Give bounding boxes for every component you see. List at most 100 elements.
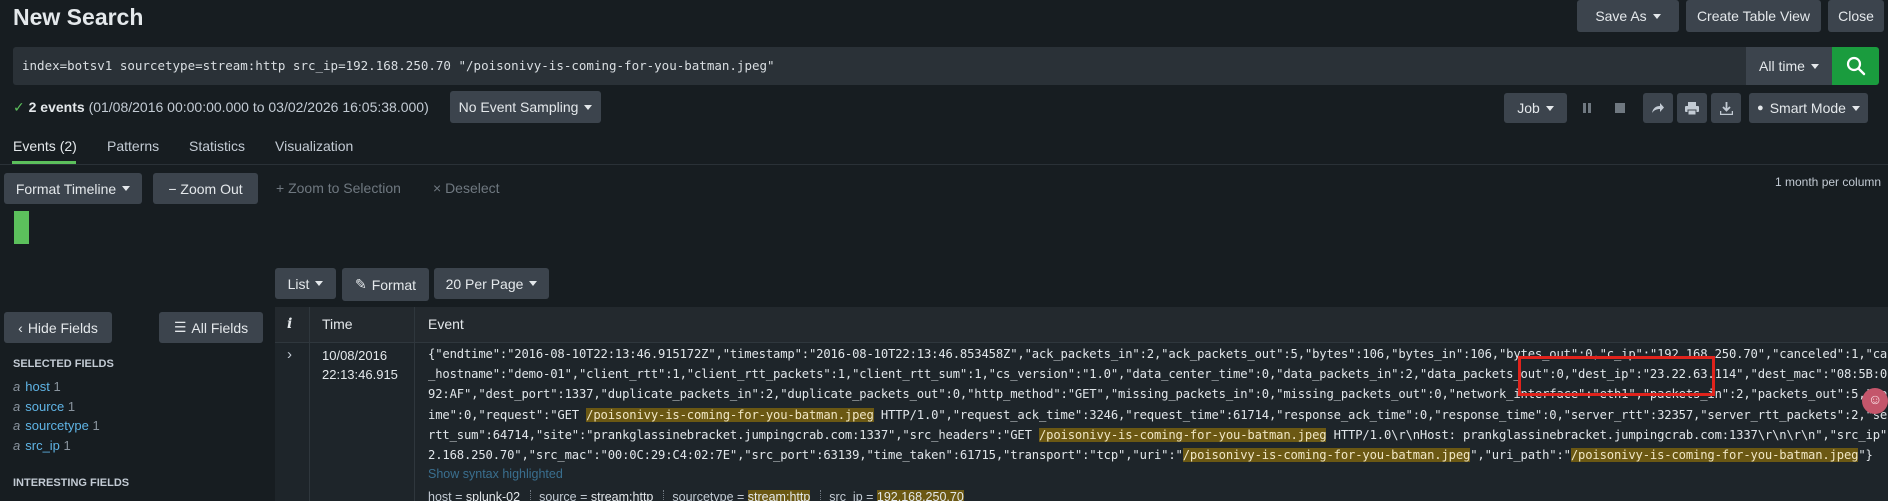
tabs-divider (0, 164, 1888, 165)
event-meta-fields: host = splunk-02 source = stream:http sour… (428, 490, 974, 501)
chevron-down-icon (1810, 63, 1819, 69)
col-divider (414, 307, 415, 501)
format-timeline-label: Format Timeline (15, 180, 117, 197)
event-meta-field[interactable]: sourcetype = stream:http (663, 490, 811, 501)
interesting-fields-heading: INTERESTING FIELDS (13, 477, 130, 489)
pause-button[interactable] (1572, 93, 1602, 123)
event-meta-field[interactable]: host = splunk-02 (428, 490, 520, 501)
event-text: rtt_sum":64714,"site":"prankglassinebrac… (428, 428, 1039, 442)
job-label: Job (1517, 100, 1540, 116)
chevron-left-icon: ‹ (18, 319, 23, 336)
search-mode-dropdown[interactable]: ● Smart Mode (1749, 93, 1868, 123)
share-button[interactable] (1643, 93, 1673, 123)
all-fields-button[interactable]: ☰ All Fields (159, 312, 263, 343)
zoom-out-button[interactable]: − Zoom Out (153, 173, 258, 204)
format-button[interactable]: ✎ Format (342, 268, 429, 301)
list-view-label: List (287, 275, 310, 292)
meta-key: sourcetype = (672, 490, 748, 501)
search-input[interactable]: index=botsv1 sourcetype=stream:http src_… (13, 47, 1746, 85)
event-meta-field[interactable]: src_ip = 192.168.250.70 (820, 490, 964, 501)
create-table-view-button[interactable]: Create Table View (1686, 0, 1821, 32)
event-sampling-dropdown[interactable]: No Event Sampling (450, 91, 601, 123)
highlight-box (1518, 356, 1715, 396)
search-button[interactable] (1832, 47, 1879, 85)
hide-fields-label: Hide Fields (27, 319, 98, 336)
table-header (275, 307, 1888, 343)
chevron-down-icon (1545, 105, 1554, 111)
chevron-down-icon (315, 281, 324, 286)
field-type-marker: a (13, 399, 21, 414)
event-sampling-label: No Event Sampling (458, 99, 579, 115)
field-item-host[interactable]: a host 1 (13, 379, 61, 394)
meta-value: stream:http (747, 490, 811, 501)
field-count: 1 (53, 379, 61, 394)
export-button[interactable] (1711, 93, 1741, 123)
zoom-to-selection-button[interactable]: + Zoom to Selection (276, 180, 401, 196)
info-column-header: i (287, 316, 293, 332)
stop-icon (1615, 103, 1625, 113)
event-line: rtt_sum":64714,"site":"prankglassinebrac… (428, 428, 1888, 442)
field-count: 1 (92, 418, 100, 433)
bulb-icon: ● (1757, 102, 1764, 114)
field-item-source[interactable]: a source 1 (13, 399, 75, 414)
create-table-view-label: Create Table View (1696, 8, 1811, 24)
search-query: index=botsv1 sourcetype=stream:http src_… (22, 58, 775, 73)
event-text: ","uri_path":" (1470, 448, 1571, 462)
save-as-label: Save As (1595, 8, 1647, 24)
event-date: 10/08/2016 (322, 348, 388, 363)
event-range: (01/08/2016 00:00:00.000 to 03/02/2026 1… (88, 99, 429, 115)
event-line: 2.168.250.70","src_mac":"00:0C:29:C4:02:… (428, 448, 1873, 462)
list-icon: ☰ (173, 319, 187, 335)
field-type-marker: a (13, 438, 21, 453)
tab-patterns[interactable]: Patterns (107, 138, 159, 154)
chevron-down-icon (122, 186, 131, 191)
close-button[interactable]: Close (1828, 0, 1884, 32)
time-range-picker[interactable]: All time (1746, 47, 1832, 85)
tab-statistics[interactable]: Statistics (189, 138, 245, 154)
meta-key: host = (428, 490, 466, 501)
timeline-bar[interactable] (14, 211, 29, 244)
field-name: src_ip (25, 438, 60, 453)
highlighted-term[interactable]: /poisonivy-is-coming-for-you-batman.jpeg (586, 408, 874, 422)
show-syntax-link[interactable]: Show syntax highlighted (428, 467, 563, 481)
event-column-header: Event (428, 316, 464, 332)
field-name: source (25, 399, 65, 414)
field-name: sourcetype (25, 418, 89, 433)
stop-button[interactable] (1605, 93, 1635, 123)
field-item-sourcetype[interactable]: a sourcetype 1 (13, 418, 100, 433)
avatar[interactable]: ☺ (1862, 388, 1888, 414)
field-type-marker: a (13, 418, 21, 433)
per-page-dropdown[interactable]: 20 Per Page (434, 268, 549, 299)
event-text: "} (1858, 448, 1873, 462)
tab-visualization[interactable]: Visualization (275, 138, 353, 154)
page-title: New Search (13, 4, 144, 30)
pencil-icon: ✎ (354, 276, 367, 292)
per-page-label: 20 Per Page (445, 275, 524, 292)
field-type-marker: a (13, 379, 21, 394)
event-text: ime":0,"request":"GET (428, 408, 587, 422)
format-timeline-button[interactable]: Format Timeline (4, 173, 142, 204)
print-icon (1685, 101, 1699, 115)
hide-fields-button[interactable]: ‹ Hide Fields (4, 312, 112, 343)
tab-events[interactable]: Events (2) (13, 138, 77, 154)
job-menu-button[interactable]: Job (1504, 93, 1567, 123)
time-column-header: Time (322, 316, 353, 332)
list-view-dropdown[interactable]: List (275, 268, 336, 299)
meta-key: source = (539, 490, 591, 501)
highlighted-term[interactable]: /poisonivy-is-coming-for-you-batman.jpeg (1038, 428, 1327, 442)
timeline-scale: 1 month per column (1775, 175, 1882, 189)
time-range-label: All time (1759, 58, 1805, 74)
print-button[interactable] (1677, 93, 1707, 123)
selected-fields-heading: SELECTED FIELDS (13, 358, 114, 370)
expand-event-icon[interactable]: › (287, 346, 292, 363)
save-as-button[interactable]: Save As (1577, 0, 1679, 32)
event-meta-field[interactable]: source = stream:http (530, 490, 654, 501)
search-mode-label: Smart Mode (1769, 100, 1846, 116)
deselect-button[interactable]: × Deselect (433, 180, 500, 196)
share-icon (1652, 103, 1664, 113)
chevron-down-icon (529, 281, 538, 286)
check-icon: ✓ (13, 99, 25, 115)
field-item-src-ip[interactable]: a src_ip 1 (13, 438, 71, 453)
highlighted-term[interactable]: /poisonivy-is-coming-for-you-batman.jpeg (1570, 448, 1858, 462)
highlighted-term[interactable]: /poisonivy-is-coming-for-you-batman.jpeg (1182, 448, 1470, 462)
